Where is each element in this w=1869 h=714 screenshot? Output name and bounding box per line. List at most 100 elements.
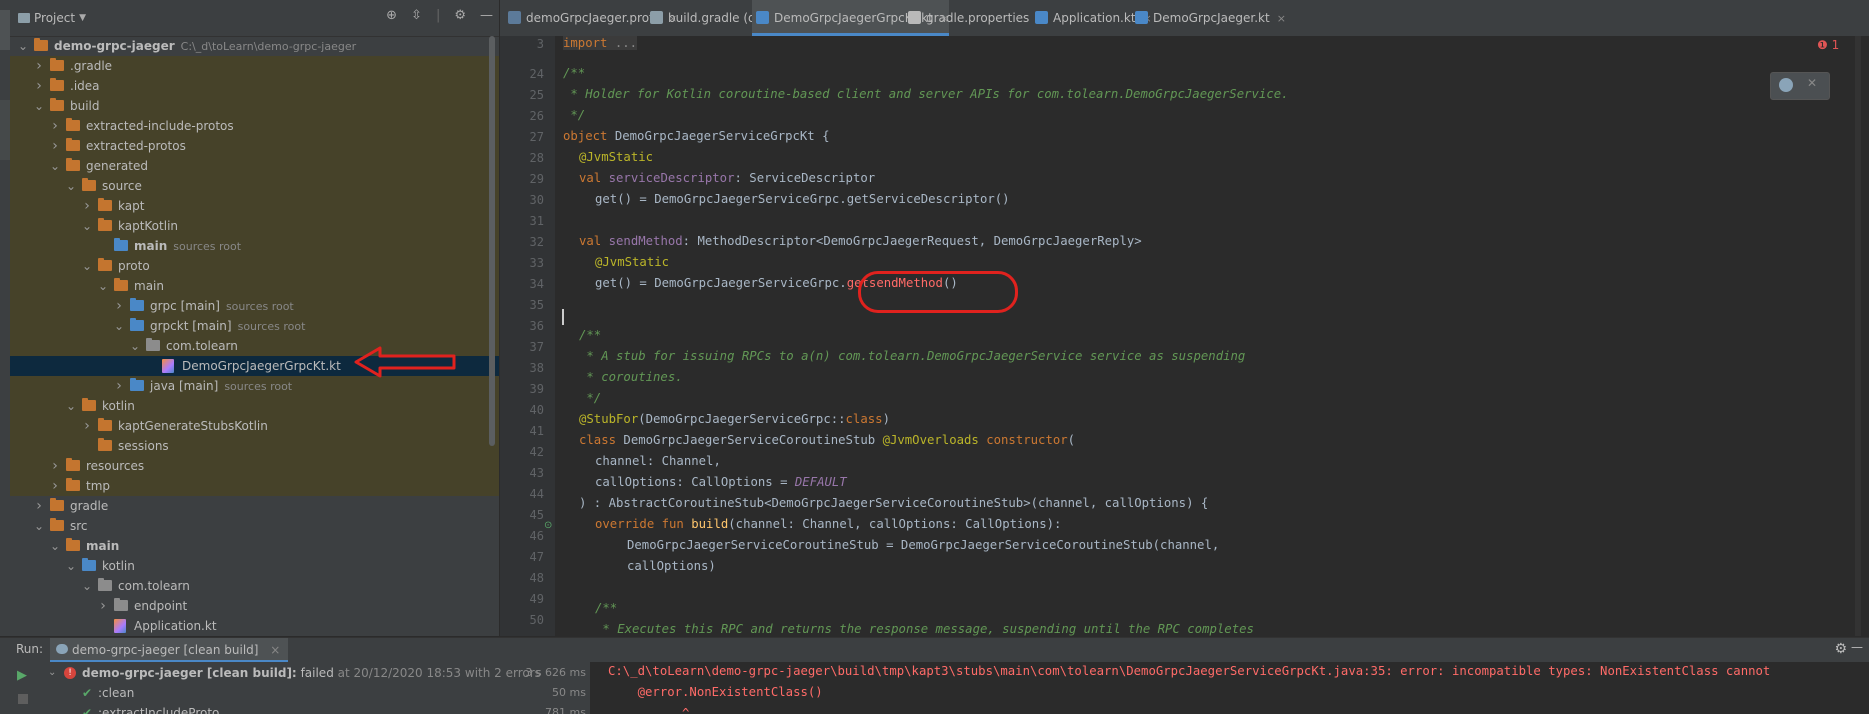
project-tool-tab[interactable] xyxy=(0,10,10,50)
folder-icon xyxy=(50,58,64,71)
tree-row[interactable]: › gradle xyxy=(10,496,499,516)
close-icon[interactable]: × xyxy=(1277,12,1286,25)
chevron-right-icon[interactable]: › xyxy=(114,296,124,316)
tree-row[interactable]: ⌄ generated xyxy=(10,156,499,176)
tree-row[interactable]: ⌄ kaptKotlin xyxy=(10,216,499,236)
run-toolbar: ▶ xyxy=(0,662,42,714)
chevron-down-icon[interactable]: ⌄ xyxy=(82,256,92,276)
chevron-down-icon[interactable]: ⌄ xyxy=(82,576,92,596)
build-tree-row[interactable]: ✔ :clean 50 ms xyxy=(42,683,590,703)
tree-row[interactable]: › kaptGenerateStubsKotlin xyxy=(10,416,499,436)
chevron-right-icon[interactable]: › xyxy=(82,416,92,436)
chevron-down-icon[interactable]: ⌄ xyxy=(66,176,76,196)
chevron-down-icon[interactable]: ⌄ xyxy=(50,536,60,556)
chevron-right-icon[interactable]: › xyxy=(34,496,44,516)
minimize-icon[interactable]: — xyxy=(1851,640,1863,654)
tree-row[interactable]: sessions xyxy=(10,436,499,456)
tree-row[interactable]: ⌄ main xyxy=(10,536,499,556)
gear-icon[interactable]: ⚙ xyxy=(1834,641,1847,657)
code-editor[interactable]: import ... /** * Holder for Kotlin corou… xyxy=(555,36,1869,636)
chevron-right-icon[interactable]: › xyxy=(50,136,60,156)
build-console-output[interactable]: C:\_d\toLearn\demo-grpc-jaeger\build\tmp… xyxy=(600,662,1869,714)
project-panel: Project ▼ ⊕ ⇳ | ⚙ — ⌄ demo-grpc-jaeger C:\… xyxy=(10,0,500,636)
chevron-right-icon[interactable]: › xyxy=(82,196,92,216)
gradle-elephant-icon[interactable] xyxy=(1779,78,1793,92)
tree-row[interactable]: ⌄ source xyxy=(10,176,499,196)
folder-icon xyxy=(146,338,160,351)
override-gutter-icon[interactable]: ⊙ xyxy=(544,520,552,531)
folder-icon xyxy=(66,158,80,171)
chevron-down-icon[interactable]: ⌄ xyxy=(98,276,108,296)
tree-row[interactable]: › endpoint xyxy=(10,596,499,616)
chevron-right-icon[interactable]: › xyxy=(50,456,60,476)
project-scrollbar[interactable] xyxy=(489,36,495,446)
tree-row[interactable]: Application.kt xyxy=(10,616,499,636)
tree-row[interactable]: ⌄ build xyxy=(10,96,499,116)
tree-row[interactable]: › resources xyxy=(10,456,499,476)
code-line: channel: Channel, xyxy=(595,454,721,468)
tree-row[interactable]: › tmp xyxy=(10,476,499,496)
red-arrow-annotation xyxy=(354,346,456,378)
tree-row[interactable]: ⌄ kotlin xyxy=(10,396,499,416)
tree-row[interactable]: ⌄ demo-grpc-jaeger C:\_d\toLearn\demo-grpc… xyxy=(10,36,499,56)
chevron-down-icon[interactable]: ⌄ xyxy=(34,516,44,536)
tree-row[interactable]: ⌄ proto xyxy=(10,256,499,276)
minimize-icon[interactable]: — xyxy=(480,8,493,23)
editor-scrollbar[interactable] xyxy=(1855,36,1861,636)
close-icon[interactable]: × xyxy=(270,643,280,657)
tree-row-label: src xyxy=(70,519,88,533)
chevron-right-icon[interactable]: › xyxy=(34,76,44,96)
editor-tab[interactable]: gradle.properties× xyxy=(904,0,1046,36)
tree-row[interactable]: › .gradle xyxy=(10,56,499,76)
tree-row[interactable]: › grpc [main] sources root xyxy=(10,296,499,316)
tree-row-label: grpc [main] sources root xyxy=(150,299,294,313)
chevron-right-icon[interactable]: › xyxy=(50,116,60,136)
crosshair-icon[interactable]: ⊕ xyxy=(386,8,397,23)
build-tree-row[interactable]: ⌄ ! demo-grpc-jaeger [clean build]: fail… xyxy=(42,663,590,683)
gear-icon[interactable]: ⚙ xyxy=(454,8,466,23)
gradle-reload-popup[interactable]: ✕ xyxy=(1770,72,1830,100)
chevron-right-icon[interactable]: › xyxy=(114,376,124,396)
chevron-down-icon[interactable]: ⌄ xyxy=(82,216,92,236)
tree-row[interactable]: ⌄ main xyxy=(10,276,499,296)
tree-row-label: demo-grpc-jaeger C:\_d\toLearn\demo-grpc-… xyxy=(54,39,357,53)
tree-row[interactable]: › java [main] sources root xyxy=(10,376,499,396)
folder-icon xyxy=(50,98,64,111)
error-count-badge[interactable]: ❶ 1 xyxy=(1817,38,1839,52)
tree-row[interactable]: › extracted-protos xyxy=(10,136,499,156)
chevron-down-icon[interactable]: ⌄ xyxy=(48,663,56,683)
tree-row[interactable]: › .idea xyxy=(10,76,499,96)
build-tree: ⌄ ! demo-grpc-jaeger [clean build]: fail… xyxy=(42,662,591,714)
chevron-right-icon[interactable]: › xyxy=(50,476,60,496)
tree-row[interactable]: › kapt xyxy=(10,196,499,216)
chevron-down-icon[interactable]: ⌄ xyxy=(18,36,28,56)
chevron-right-icon[interactable]: › xyxy=(98,596,108,616)
tree-row[interactable]: main sources root xyxy=(10,236,499,256)
chevron-down-icon[interactable]: ⌄ xyxy=(34,96,44,116)
line-number: 38 xyxy=(529,361,544,375)
line-number: 29 xyxy=(529,172,544,186)
chevron-down-icon[interactable]: ⌄ xyxy=(66,556,76,576)
tree-row[interactable]: › extracted-include-protos xyxy=(10,116,499,136)
chevron-down-icon[interactable]: ⌄ xyxy=(66,396,76,416)
editor-tab[interactable]: DemoGrpcJaeger.kt × xyxy=(1131,0,1286,36)
chevron-down-icon[interactable]: ⌄ xyxy=(114,316,124,336)
line-number: 41 xyxy=(529,424,544,438)
tree-row[interactable]: ⌄ com.tolearn xyxy=(10,576,499,596)
tree-row[interactable]: ⌄ grpckt [main] sources root xyxy=(10,316,499,336)
folder-icon xyxy=(82,398,96,411)
collapse-icon[interactable]: ⇳ xyxy=(411,8,422,23)
tree-row[interactable]: ⌄ src xyxy=(10,516,499,536)
close-icon[interactable]: ✕ xyxy=(1807,76,1817,90)
stop-icon[interactable] xyxy=(18,694,28,704)
chevron-down-icon[interactable]: ⌄ xyxy=(50,156,60,176)
chevron-down-icon[interactable]: ⌄ xyxy=(130,336,140,356)
folder-icon xyxy=(66,458,80,471)
rerun-icon[interactable]: ▶ xyxy=(17,668,27,683)
tree-row[interactable]: ⌄ kotlin xyxy=(10,556,499,576)
chevron-right-icon[interactable]: › xyxy=(34,56,44,76)
structure-tool-tab[interactable] xyxy=(0,100,10,160)
run-tab[interactable]: demo-grpc-jaeger [clean build] × xyxy=(50,638,289,662)
build-tree-row[interactable]: ✔ :extractIncludeProto 781 ms xyxy=(42,703,590,714)
project-view-selector[interactable]: Project ▼ xyxy=(18,11,86,25)
